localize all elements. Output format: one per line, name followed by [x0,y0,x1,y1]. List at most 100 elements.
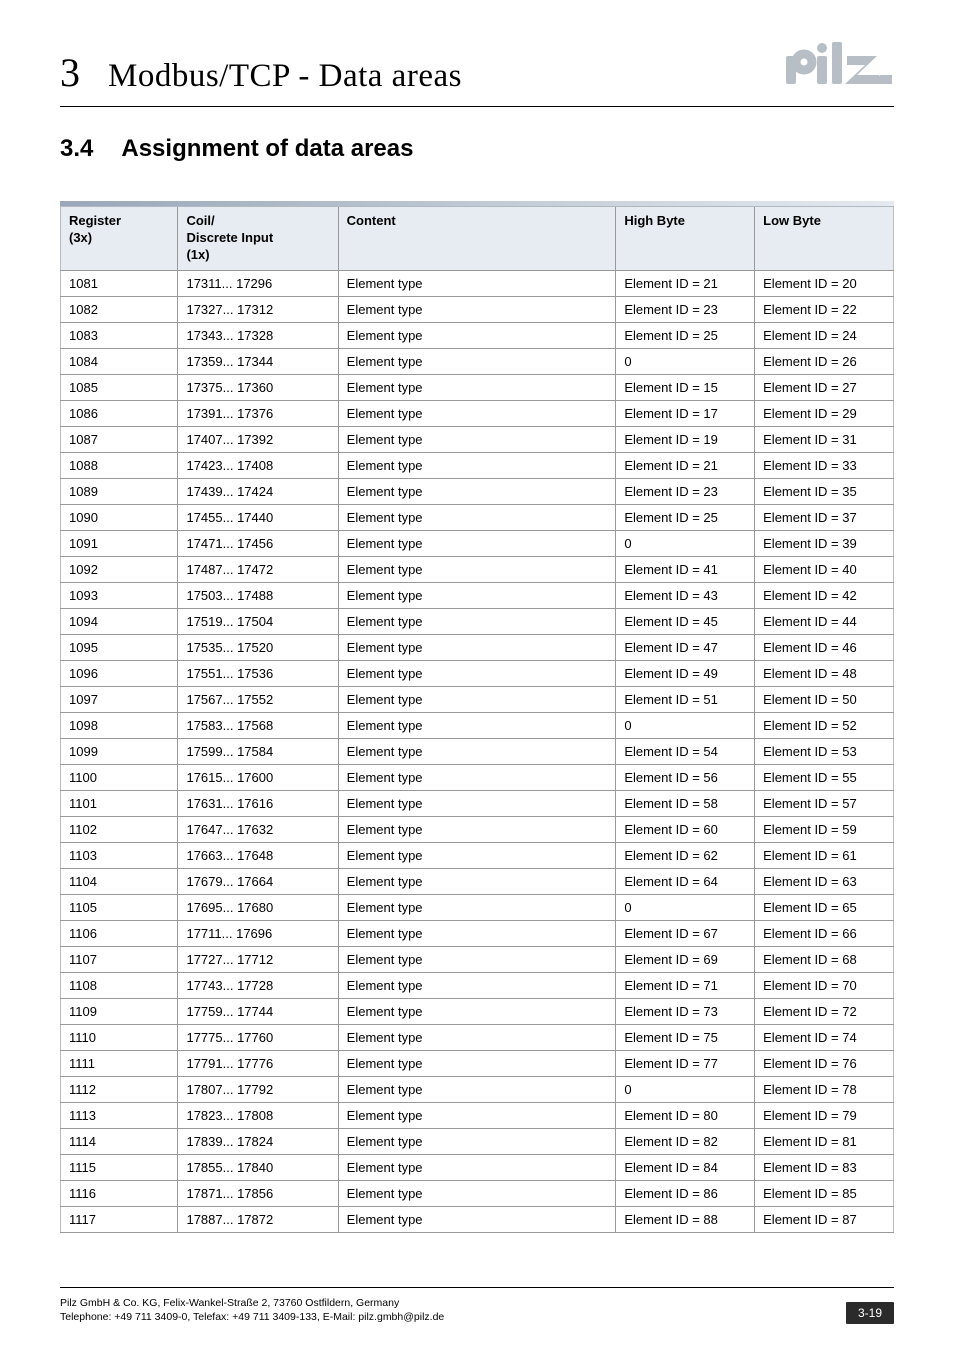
cell-low: Element ID = 52 [755,712,894,738]
cell-content: Element type [338,790,616,816]
cell-content: Element type [338,400,616,426]
cell-low: Element ID = 42 [755,582,894,608]
table-row: 110217647... 17632Element typeElement ID… [61,816,894,842]
header-left: 3 Modbus/TCP - Data areas [60,49,462,96]
cell-low: Element ID = 81 [755,1128,894,1154]
cell-coil: 17439... 17424 [178,478,338,504]
cell-coil: 17535... 17520 [178,634,338,660]
cell-low: Element ID = 68 [755,946,894,972]
cell-reg: 1099 [61,738,178,764]
cell-high: Element ID = 60 [616,816,755,842]
cell-reg: 1092 [61,556,178,582]
cell-content: Element type [338,972,616,998]
cell-coil: 17647... 17632 [178,816,338,842]
cell-content: Element type [338,1180,616,1206]
chapter-title: Modbus/TCP - Data areas [108,58,462,95]
cell-reg: 1088 [61,452,178,478]
cell-low: Element ID = 85 [755,1180,894,1206]
cell-reg: 1100 [61,764,178,790]
cell-reg: 1086 [61,400,178,426]
cell-content: Element type [338,530,616,556]
data-table: Register(3x) Coil/Discrete Input(1x) Con… [60,207,894,1233]
cell-reg: 1113 [61,1102,178,1128]
cell-high: Element ID = 21 [616,270,755,296]
cell-coil: 17695... 17680 [178,894,338,920]
cell-content: Element type [338,1154,616,1180]
cell-high: Element ID = 43 [616,582,755,608]
cell-coil: 17375... 17360 [178,374,338,400]
cell-coil: 17503... 17488 [178,582,338,608]
cell-content: Element type [338,322,616,348]
table-row: 109317503... 17488Element typeElement ID… [61,582,894,608]
cell-low: Element ID = 87 [755,1206,894,1232]
cell-content: Element type [338,582,616,608]
cell-content: Element type [338,712,616,738]
table-row: 111317823... 17808Element typeElement ID… [61,1102,894,1128]
cell-low: Element ID = 26 [755,348,894,374]
cell-coil: 17487... 17472 [178,556,338,582]
cell-content: Element type [338,1206,616,1232]
section-title: Assignment of data areas [121,135,413,163]
cell-low: Element ID = 55 [755,764,894,790]
table-row: 109017455... 17440Element typeElement ID… [61,504,894,530]
cell-low: Element ID = 33 [755,452,894,478]
table-row: 110917759... 17744Element typeElement ID… [61,998,894,1024]
table-row: 109217487... 17472Element typeElement ID… [61,556,894,582]
cell-high: Element ID = 41 [616,556,755,582]
cell-high: Element ID = 25 [616,322,755,348]
cell-reg: 1098 [61,712,178,738]
cell-coil: 17551... 17536 [178,660,338,686]
table-row: 109517535... 17520Element typeElement ID… [61,634,894,660]
cell-low: Element ID = 35 [755,478,894,504]
cell-low: Element ID = 50 [755,686,894,712]
cell-content: Element type [338,478,616,504]
cell-high: Element ID = 82 [616,1128,755,1154]
cell-coil: 17775... 17760 [178,1024,338,1050]
cell-reg: 1081 [61,270,178,296]
table-row: 111017775... 17760Element typeElement ID… [61,1024,894,1050]
table-row: 108117311... 17296Element typeElement ID… [61,270,894,296]
cell-high: Element ID = 49 [616,660,755,686]
cell-low: Element ID = 83 [755,1154,894,1180]
cell-reg: 1101 [61,790,178,816]
cell-reg: 1107 [61,946,178,972]
table-row: 109617551... 17536Element typeElement ID… [61,660,894,686]
table-row: 110817743... 17728Element typeElement ID… [61,972,894,998]
cell-coil: 17759... 17744 [178,998,338,1024]
cell-low: Element ID = 39 [755,530,894,556]
cell-high: Element ID = 73 [616,998,755,1024]
table-row: 108417359... 17344Element type0Element I… [61,348,894,374]
cell-reg: 1097 [61,686,178,712]
cell-content: Element type [338,608,616,634]
cell-coil: 17727... 17712 [178,946,338,972]
table-row: 110617711... 17696Element typeElement ID… [61,920,894,946]
cell-high: Element ID = 15 [616,374,755,400]
cell-high: Element ID = 56 [616,764,755,790]
cell-content: Element type [338,504,616,530]
cell-reg: 1085 [61,374,178,400]
table-head: Register(3x) Coil/Discrete Input(1x) Con… [61,207,894,270]
cell-coil: 17519... 17504 [178,608,338,634]
cell-high: Element ID = 75 [616,1024,755,1050]
cell-low: Element ID = 46 [755,634,894,660]
cell-content: Element type [338,348,616,374]
cell-low: Element ID = 27 [755,374,894,400]
cell-reg: 1110 [61,1024,178,1050]
cell-reg: 1115 [61,1154,178,1180]
cell-content: Element type [338,920,616,946]
footer-text: Pilz GmbH & Co. KG, Felix-Wankel-Straße … [60,1296,444,1324]
cell-low: Element ID = 66 [755,920,894,946]
cell-content: Element type [338,1050,616,1076]
table-row: 110317663... 17648Element typeElement ID… [61,842,894,868]
table-body: 108117311... 17296Element typeElement ID… [61,270,894,1232]
table-row: 109817583... 17568Element type0Element I… [61,712,894,738]
cell-coil: 17455... 17440 [178,504,338,530]
page-footer: Pilz GmbH & Co. KG, Felix-Wankel-Straße … [60,1287,894,1324]
cell-coil: 17743... 17728 [178,972,338,998]
cell-content: Element type [338,998,616,1024]
cell-reg: 1090 [61,504,178,530]
table-row: 108817423... 17408Element typeElement ID… [61,452,894,478]
cell-coil: 17839... 17824 [178,1128,338,1154]
cell-content: Element type [338,738,616,764]
cell-high: Element ID = 69 [616,946,755,972]
